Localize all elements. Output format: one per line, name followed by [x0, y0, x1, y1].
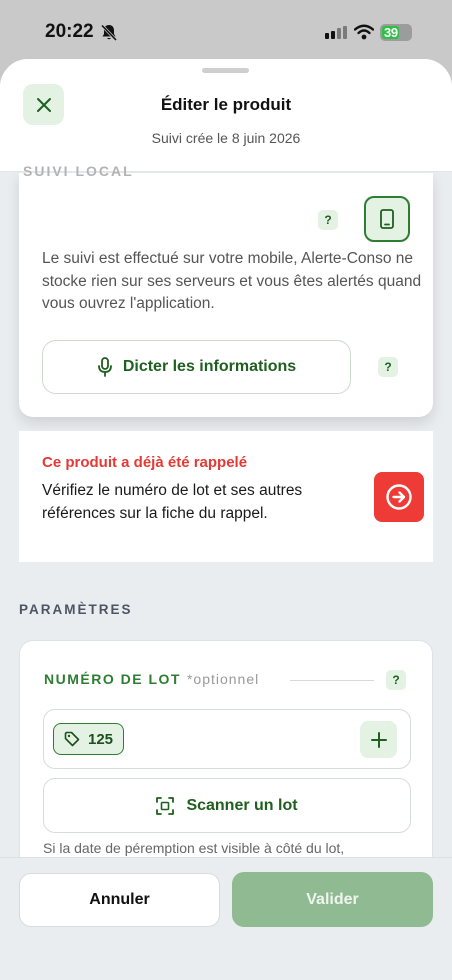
battery-level: 39: [384, 25, 398, 40]
dictate-help-button[interactable]: ?: [378, 357, 398, 377]
arrow-right-circle-icon: [386, 484, 412, 510]
local-tracking-label: SUIVI LOCAL: [23, 163, 134, 179]
local-tracking-description: Le suivi est effectué sur votre mobile, …: [42, 250, 422, 312]
recall-text: Vérifiez le numéro de lot et ses autres …: [42, 482, 303, 522]
validate-button[interactable]: Valider: [232, 872, 433, 927]
divider: [290, 680, 374, 681]
tag-icon: [64, 731, 80, 747]
lot-number-field[interactable]: 125: [43, 709, 411, 769]
status-bar: 20:22 39: [0, 0, 452, 62]
local-tracking-help-button[interactable]: ?: [318, 210, 338, 230]
microphone-icon: [97, 357, 112, 377]
open-recall-button[interactable]: [374, 472, 424, 522]
lot-help-button[interactable]: ?: [386, 670, 406, 690]
edit-product-sheet: SUIVI LOCAL ? Le suivi est effectué sur …: [0, 59, 452, 980]
cancel-button[interactable]: Annuler: [19, 873, 220, 927]
phone-mode-button[interactable]: [364, 196, 410, 242]
page-subtitle: Suivi crée le 8 juin 2026: [151, 130, 301, 146]
dictate-info-button[interactable]: Dicter les informations: [42, 340, 351, 394]
scan-lot-button[interactable]: Scanner un lot: [43, 778, 411, 833]
signal-icon: [325, 26, 347, 39]
lot-optional-label: *optionnel: [186, 671, 260, 687]
page-title: Éditer le produit: [160, 95, 292, 114]
scan-lot-label: Scanner un lot: [186, 796, 298, 814]
lot-chip-value: 125: [88, 730, 114, 748]
lot-number-label: NUMÉRO DE LOT: [44, 671, 181, 687]
lot-number-heading: NUMÉRO DE LOT *optionnel: [44, 671, 259, 687]
bell-slash-icon: [101, 24, 117, 42]
add-lot-button[interactable]: [360, 721, 397, 758]
dictate-info-label: Dicter les informations: [122, 358, 297, 375]
sheet-header: Éditer le produit Suivi crée le 8 juin 2…: [0, 59, 452, 172]
recall-notice-card: Ce produit a déjà été rappelé Vérifiez l…: [19, 431, 433, 562]
drag-handle[interactable]: [202, 68, 249, 73]
phone-icon: [380, 209, 394, 229]
params-section-title: PARAMÈTRES: [19, 602, 133, 617]
plus-icon: [370, 731, 387, 748]
recall-title: Ce produit a déjà été rappelé: [42, 454, 248, 471]
footer-actions: Annuler Valider: [0, 857, 452, 980]
lot-chip[interactable]: 125: [53, 723, 125, 755]
status-time: 20:22: [45, 21, 94, 42]
wifi-icon: [354, 24, 374, 40]
lot-hint-text: Si la date de péremption est visible à c…: [43, 840, 345, 856]
battery-icon: 39: [380, 24, 412, 41]
scan-icon: [156, 796, 175, 815]
